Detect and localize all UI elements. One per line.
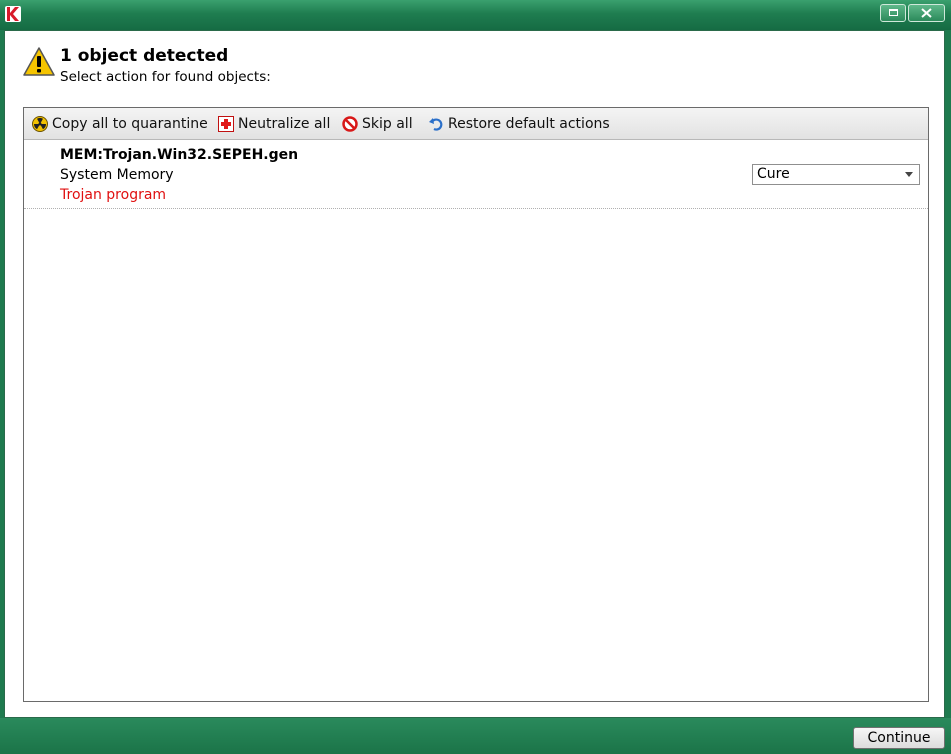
warning-icon	[23, 47, 55, 76]
close-icon	[921, 8, 932, 18]
dialog-body: 1 object detected Select action for foun…	[4, 30, 945, 718]
threat-location: System Memory	[60, 167, 174, 183]
copy-all-to-quarantine-label: Copy all to quarantine	[52, 115, 208, 132]
action-dropdown-value: Cure	[757, 166, 790, 182]
kaspersky-k-icon	[5, 6, 21, 22]
red-cross-icon	[218, 115, 234, 132]
radiation-icon	[32, 115, 48, 132]
neutralize-all-button[interactable]: Neutralize all	[218, 108, 330, 139]
skip-all-button[interactable]: Skip all	[342, 108, 413, 139]
threat-type: Trojan program	[60, 187, 167, 203]
action-dropdown[interactable]: Cure	[752, 164, 920, 185]
maximize-button[interactable]	[880, 4, 906, 22]
title-bar	[0, 0, 951, 30]
row-divider	[24, 208, 928, 209]
continue-button[interactable]: Continue	[853, 727, 945, 749]
page-subtitle: Select action for found objects:	[60, 69, 271, 85]
close-button[interactable]	[908, 4, 945, 22]
restore-default-actions-label: Restore default actions	[448, 115, 610, 132]
threat-name: MEM:Trojan.Win32.SEPEH.gen	[60, 147, 299, 163]
prohibited-icon	[342, 115, 358, 132]
restore-default-actions-button[interactable]: Restore default actions	[428, 108, 610, 139]
chevron-down-icon	[905, 172, 913, 177]
skip-all-label: Skip all	[362, 115, 413, 132]
footer-bar	[0, 718, 951, 754]
maximize-icon	[889, 9, 898, 16]
page-title: 1 object detected	[60, 46, 229, 66]
actions-toolbar: Copy all to quarantine Neutralize all Sk…	[24, 108, 928, 140]
neutralize-all-label: Neutralize all	[238, 115, 331, 132]
undo-arrow-icon	[429, 117, 443, 131]
copy-all-to-quarantine-button[interactable]: Copy all to quarantine	[32, 108, 208, 139]
detected-objects-panel: Copy all to quarantine Neutralize all Sk…	[23, 107, 929, 702]
